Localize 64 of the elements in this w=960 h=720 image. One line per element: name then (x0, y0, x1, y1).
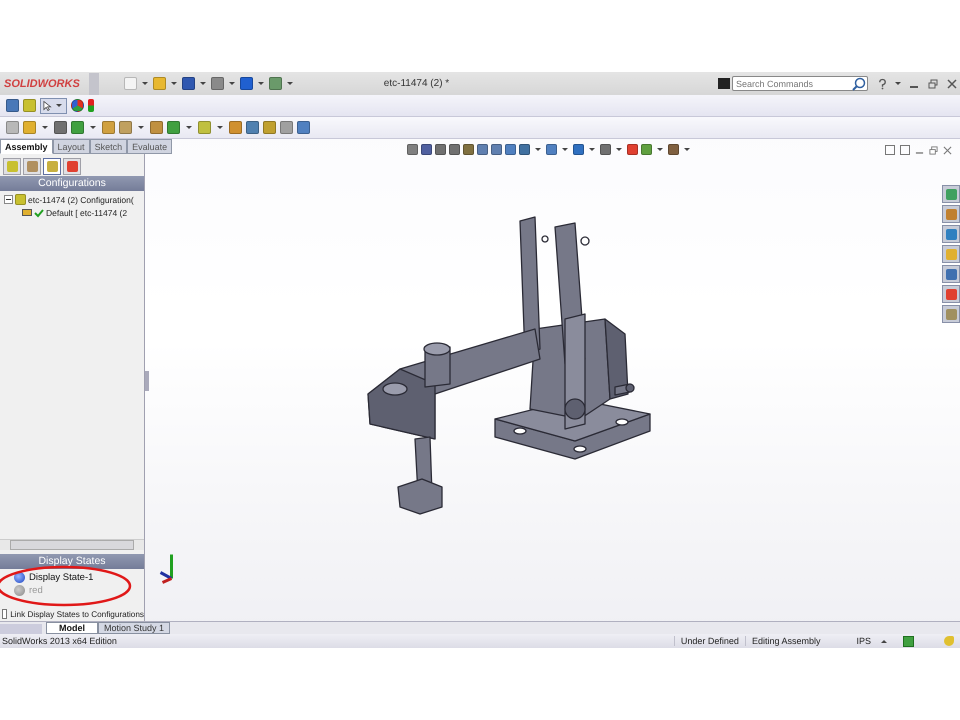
window-title: etc-11474 (2) * (382, 78, 450, 89)
status-text: Under Defined (674, 636, 745, 646)
collapse-icon[interactable] (4, 195, 13, 204)
select-button[interactable] (40, 98, 67, 114)
caret-icon[interactable] (138, 126, 144, 129)
home-tab[interactable] (942, 205, 960, 223)
command-tab[interactable]: Evaluate (127, 139, 172, 154)
search-field[interactable]: Search Commands (732, 76, 868, 91)
restore-icon[interactable] (928, 78, 938, 88)
checkbox[interactable] (2, 609, 8, 619)
tree-item[interactable]: Default [ etc-11474 (2 (46, 208, 128, 218)
caret-icon[interactable] (881, 640, 887, 642)
caret-icon[interactable] (90, 126, 96, 129)
split-left-icon[interactable] (885, 145, 895, 155)
caret-icon[interactable] (217, 126, 223, 129)
caret-icon[interactable] (616, 148, 622, 151)
property-tab[interactable] (23, 158, 41, 175)
section-header: Display States (0, 554, 144, 569)
caret-icon[interactable] (287, 82, 293, 85)
caret-icon[interactable] (535, 148, 541, 151)
caret-icon[interactable] (895, 82, 901, 85)
units-label[interactable]: IPS (826, 636, 879, 646)
traffic-light-icon[interactable] (88, 99, 94, 112)
configuration-tab[interactable] (43, 158, 61, 175)
panel-collapse-handle[interactable] (145, 371, 149, 391)
command-tab[interactable]: Sketch (90, 139, 128, 154)
caret-icon[interactable] (229, 82, 235, 85)
appearance-tab[interactable] (63, 158, 81, 175)
appearance-tab[interactable] (942, 285, 960, 303)
note-tab[interactable] (942, 305, 960, 323)
caret-icon[interactable] (258, 82, 264, 85)
search-icon[interactable] (852, 77, 866, 91)
caret-icon[interactable] (562, 148, 568, 151)
restore-icon[interactable] (929, 146, 938, 154)
axis-triad-icon (159, 553, 173, 584)
status-text: SolidWorks 2013 x64 Edition (1, 636, 117, 646)
checkbox-label[interactable]: Link Display States to Configurations (10, 610, 144, 618)
status-text: Editing Assembly (744, 636, 826, 646)
caret-icon[interactable] (42, 126, 48, 129)
horizontal-scrollbar[interactable] (0, 539, 144, 550)
tree-item[interactable]: etc-11474 (2) Configuration( (28, 194, 134, 204)
bottom-tab[interactable]: Motion Study 1 (98, 622, 170, 634)
caret-icon[interactable] (684, 148, 690, 151)
display-state-label[interactable]: Display State-1 (29, 572, 94, 583)
caret-icon[interactable] (200, 82, 206, 85)
section-header: Configurations (0, 176, 144, 191)
caret-icon[interactable] (171, 82, 177, 85)
split-right-icon[interactable] (900, 145, 910, 155)
caret-icon[interactable] (142, 82, 148, 85)
command-tab[interactable]: Assembly (0, 139, 53, 154)
close-icon[interactable] (943, 146, 952, 154)
app-logo: SOLIDWORKS (3, 78, 81, 90)
folder-tab[interactable] (942, 245, 960, 263)
command-tab[interactable]: Layout (52, 139, 90, 154)
display-state-radio[interactable] (14, 585, 25, 596)
pointer-icon (43, 100, 52, 112)
list-tab[interactable] (942, 265, 960, 283)
chat-tab[interactable] (942, 185, 960, 203)
caret-icon[interactable] (589, 148, 595, 151)
bottom-tab[interactable]: Model (46, 622, 98, 634)
close-icon[interactable] (947, 78, 957, 88)
caret-icon[interactable] (186, 126, 192, 129)
caret-icon[interactable] (657, 148, 663, 151)
chart-tab[interactable] (942, 225, 960, 243)
